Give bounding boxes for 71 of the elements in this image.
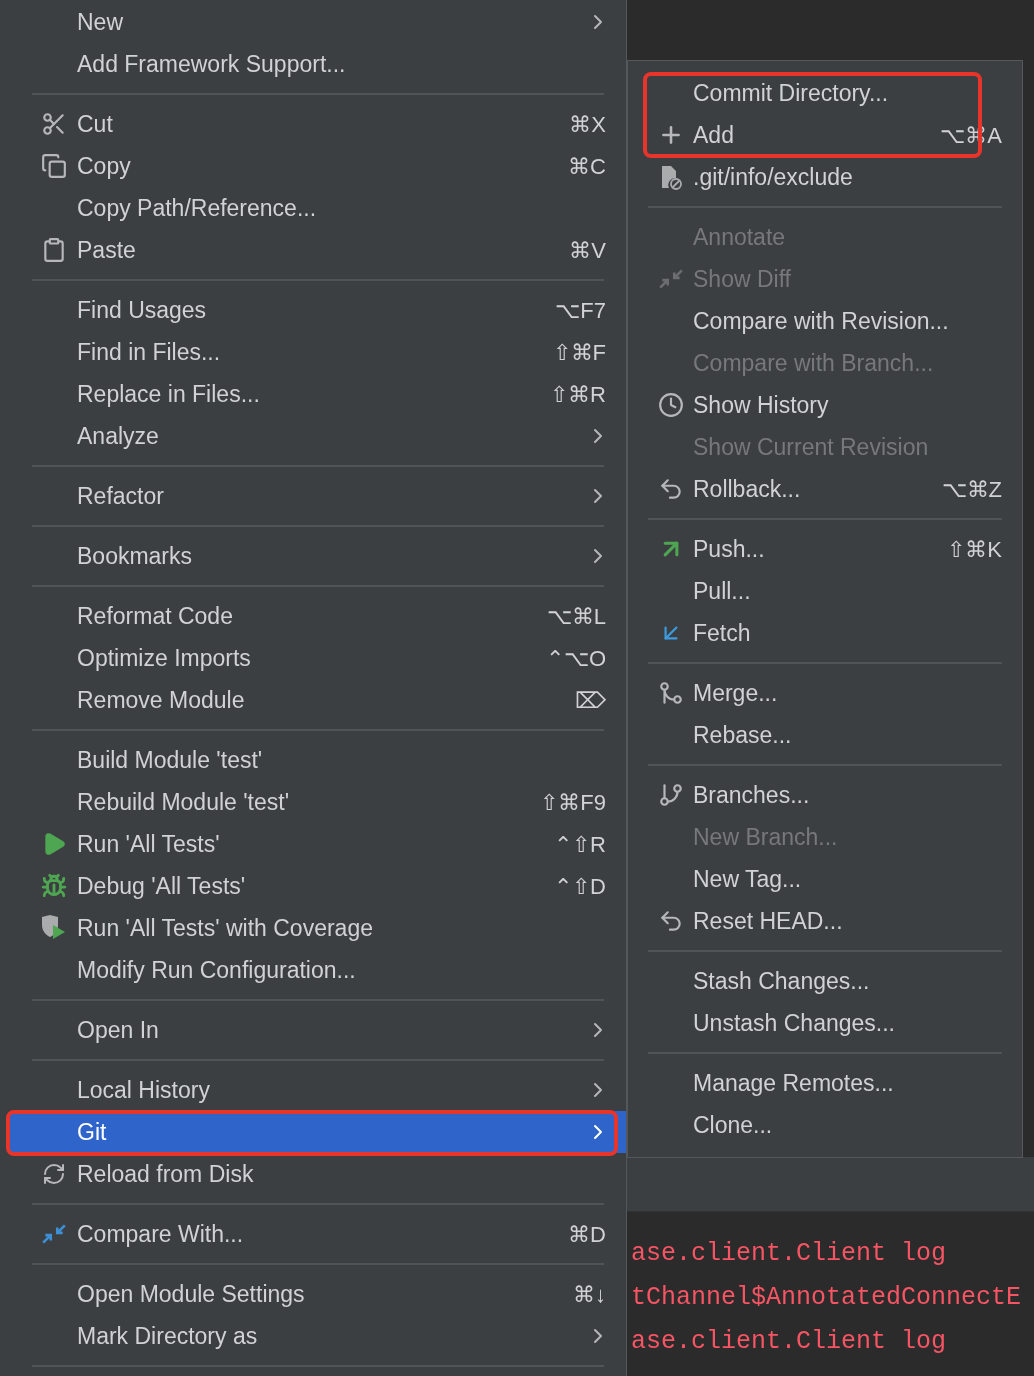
menu-item[interactable]: Optimize Imports ⌃⌥O: [10, 637, 626, 679]
menu-item[interactable]: Modify Run Configuration...: [10, 949, 626, 991]
copy-icon: [40, 153, 67, 179]
menu-item[interactable]: Show History: [628, 384, 1022, 426]
menu-item[interactable]: Mark Directory as: [10, 1315, 626, 1357]
shortcut: ⇧⌘K: [947, 535, 1002, 564]
menu-item[interactable]: Reload from Disk: [10, 1153, 626, 1195]
menu-item[interactable]: Open In: [10, 1009, 626, 1051]
scissors-icon: [40, 111, 67, 137]
menu-item[interactable]: Unstash Changes...: [628, 1002, 1022, 1044]
menu-item[interactable]: Fetch: [628, 612, 1022, 654]
merge-icon: [657, 680, 684, 706]
menu-item[interactable]: Merge...: [628, 672, 1022, 714]
menu-item[interactable]: Branches...: [628, 774, 1022, 816]
shortcut: ⇧⌘F9: [540, 788, 606, 817]
menu-item[interactable]: New: [10, 1, 626, 43]
menu-item[interactable]: New Tag...: [628, 858, 1022, 900]
menu-item[interactable]: Add Framework Support...: [10, 43, 626, 85]
bug-icon: [40, 873, 67, 899]
menu-item[interactable]: Bookmarks: [10, 535, 626, 577]
console-line: ase.client.Client log: [631, 1326, 948, 1358]
menu-item[interactable]: Commit Directory...: [628, 72, 1022, 114]
console-line: tChannel$AnnotatedConnectE: [631, 1282, 1023, 1314]
shortcut: ⌃⌥O: [545, 644, 606, 673]
menu-item[interactable]: Refactor: [10, 475, 626, 517]
shortcut: ⌥⌘L: [546, 602, 606, 631]
menu-item[interactable]: .git/info/exclude: [628, 156, 1022, 198]
menu-item[interactable]: Manage Remotes...: [628, 1062, 1022, 1104]
menu-item[interactable]: Stash Changes...: [628, 960, 1022, 1002]
menu-item[interactable]: Build Module 'test': [10, 739, 626, 781]
menu-item[interactable]: Rebuild Module 'test' ⇧⌘F9: [10, 781, 626, 823]
shortcut: ⌃⇧R: [554, 830, 606, 859]
menu-item[interactable]: Open Module Settings ⌘↓: [10, 1273, 626, 1315]
menu-item[interactable]: Remove Module ⌦: [10, 679, 626, 721]
shortcut: ⇧⌘R: [550, 380, 606, 409]
menu-item[interactable]: Find in Files... ⇧⌘F: [10, 331, 626, 373]
menu-item[interactable]: Cut ⌘X: [10, 103, 626, 145]
menu-item[interactable]: Run 'All Tests' with Coverage: [10, 907, 626, 949]
shortcut: ⌘X: [569, 110, 606, 139]
menu-item[interactable]: Analyze: [10, 415, 626, 457]
menu-item[interactable]: Run 'All Tests' ⌃⇧R: [10, 823, 626, 865]
branch-icon: [657, 782, 684, 808]
menu-item[interactable]: Rebase...: [628, 714, 1022, 756]
menu-item[interactable]: Compare with Revision...: [628, 300, 1022, 342]
menu-item[interactable]: Paste ⌘V: [10, 229, 626, 271]
shortcut: ⌘C: [568, 152, 606, 181]
shortcut: ⌃⇧D: [554, 872, 606, 901]
shortcut: ⌘D: [568, 1220, 606, 1249]
reload-icon: [41, 1162, 66, 1186]
menu-item[interactable]: Local History: [10, 1069, 626, 1111]
menu-item[interactable]: Pull...: [628, 570, 1022, 612]
menu-item[interactable]: Reset HEAD...: [628, 900, 1022, 942]
menu-item[interactable]: Replace in Files... ⇧⌘R: [10, 373, 626, 415]
menu-item[interactable]: Rollback... ⌥⌘Z: [628, 468, 1022, 510]
shortcut: ⌥⌘Z: [941, 475, 1002, 504]
menu-item[interactable]: Push... ⇧⌘K: [628, 528, 1022, 570]
menu-item[interactable]: Copy Path/Reference...: [10, 187, 626, 229]
menu-item[interactable]: Reformat Code ⌥⌘L: [10, 595, 626, 637]
shortcut: ⌘↓: [573, 1280, 606, 1309]
shortcut: ⌦: [575, 686, 606, 715]
clock-icon: [657, 392, 684, 418]
menu-item[interactable]: Git: [10, 1111, 626, 1153]
menu-item[interactable]: Find Usages ⌥F7: [10, 289, 626, 331]
console-line: ase.client.Client log: [631, 1238, 948, 1270]
menu-item[interactable]: Debug 'All Tests' ⌃⇧D: [10, 865, 626, 907]
shortcut: ⌘V: [569, 236, 606, 265]
shortcut: ⇧⌘F: [552, 338, 606, 367]
menu-item[interactable]: Compare With... ⌘D: [10, 1213, 626, 1255]
menu-item[interactable]: Copy ⌘C: [10, 145, 626, 187]
menu-item[interactable]: Clone...: [628, 1104, 1022, 1146]
shortcut: ⌥F7: [555, 296, 606, 325]
